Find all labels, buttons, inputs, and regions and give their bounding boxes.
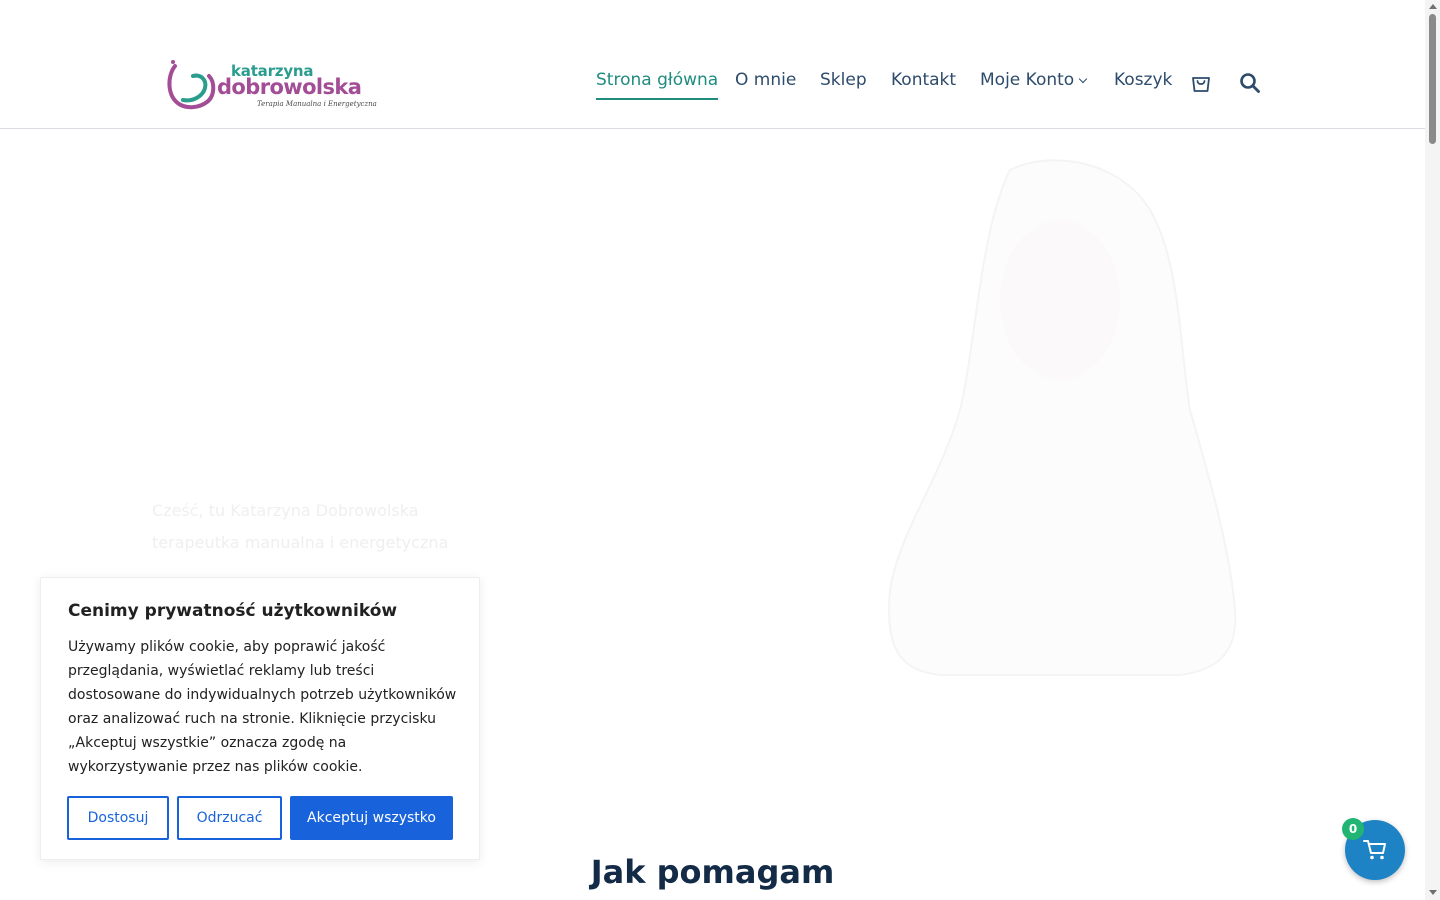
accept-all-button[interactable]: Akceptuj wszystko	[290, 796, 453, 840]
nav-item-shop[interactable]: Sklep	[820, 70, 867, 90]
nav-item-about[interactable]: O mnie	[735, 70, 796, 90]
page: katarzyna dobrowolska Terapia Manualna i…	[0, 0, 1440, 900]
hero-line-2: terapeutka manualna i energetyczna	[152, 533, 449, 552]
scrollbar-thumb[interactable]	[1429, 14, 1436, 144]
site-header: katarzyna dobrowolska Terapia Manualna i…	[0, 0, 1425, 129]
logo-tagline: Terapia Manualna i Energetyczna	[257, 100, 377, 108]
hero-portrait-image	[888, 159, 1237, 676]
hero-line-1: Cześć, tu Katarzyna Dobrowolska	[152, 501, 419, 520]
page-scrollbar[interactable]	[1425, 0, 1440, 900]
site-logo[interactable]: katarzyna dobrowolska Terapia Manualna i…	[165, 52, 377, 112]
cookie-consent-banner: Cenimy prywatność użytkowników Używamy p…	[40, 577, 480, 860]
cart-icon	[1363, 840, 1386, 860]
logo-last-name: dobrowolska	[217, 75, 362, 99]
nav-item-account-label: Moje Konto	[980, 70, 1075, 90]
cart-count-badge: 0	[1342, 818, 1364, 840]
search-icon[interactable]	[1239, 72, 1261, 94]
cookie-text: Używamy plików cookie, aby poprawić jako…	[68, 639, 457, 775]
chevron-down-icon	[1078, 74, 1088, 84]
hero-ghost-text: Cześć, tu Katarzyna Dobrowolska terapeut…	[152, 495, 672, 559]
customize-button[interactable]: Dostosuj	[67, 796, 169, 840]
scroll-down-arrow-icon[interactable]	[1429, 890, 1437, 895]
nav-item-account[interactable]: Moje Konto	[980, 70, 1088, 90]
scroll-up-arrow-icon[interactable]	[1429, 4, 1437, 9]
nav-item-home[interactable]: Strona główna	[596, 70, 719, 100]
nav-item-contact[interactable]: Kontakt	[891, 70, 956, 90]
cookie-title: Cenimy prywatność użytkowników	[68, 601, 398, 621]
nav-item-cart[interactable]: Koszyk	[1114, 70, 1172, 90]
heart-logo-icon	[167, 60, 216, 110]
cart-icon[interactable]	[1190, 72, 1212, 94]
reject-button[interactable]: Odrzucać	[177, 796, 282, 840]
